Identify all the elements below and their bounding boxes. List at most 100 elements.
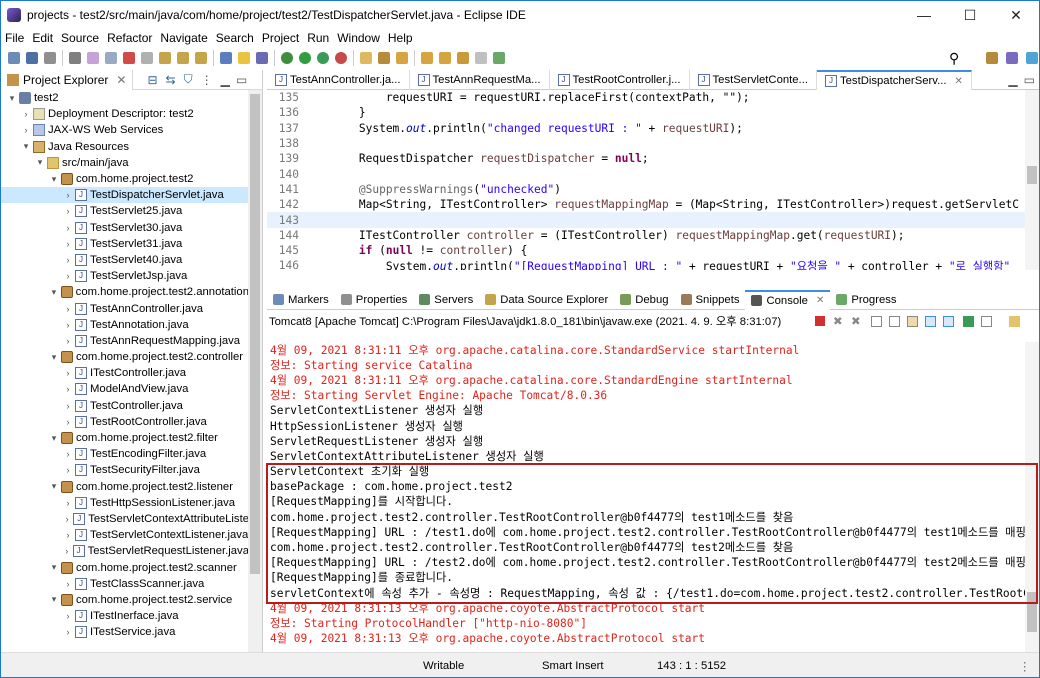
package-node[interactable]: ▾ com.home.project.test2.annotation [1,284,249,300]
code-line[interactable]: 136 } [267,105,1025,120]
pin-editor-icon[interactable] [493,52,505,64]
java-ee-perspective-icon[interactable] [1006,52,1018,64]
java-file-node[interactable]: › J TestAnnotation.java [1,317,249,333]
remove-launch-icon[interactable]: ✖ [833,315,842,328]
terminate-icon[interactable] [123,52,135,64]
resume-icon[interactable] [87,52,99,64]
collapsed-twisty-icon[interactable]: › [63,401,73,411]
collapsed-twisty-icon[interactable]: › [63,223,73,233]
display-console-icon[interactable] [981,315,992,327]
editor-tab[interactable]: J TestAnnRequestMa... [410,70,550,90]
collapsed-twisty-icon[interactable]: › [63,206,73,216]
tree-node[interactable]: › JAX-WS Web Services [1,122,249,138]
expanded-twisty-icon[interactable]: ▾ [49,433,59,444]
menu-source[interactable]: Source [57,31,103,45]
open-type-icon[interactable] [360,52,372,64]
paragraph-icon[interactable] [256,52,268,64]
expanded-twisty-icon[interactable]: ▾ [49,287,59,298]
editor-tab[interactable]: J TestRootController.j... [550,70,690,90]
tree-scrollbar[interactable] [248,90,262,652]
code-line[interactable]: 140 [267,166,1025,181]
collapsed-twisty-icon[interactable]: › [63,449,73,459]
open-task-icon[interactable] [378,52,390,64]
collapsed-twisty-icon[interactable]: › [63,368,73,378]
menu-run[interactable]: Run [303,31,333,45]
expanded-twisty-icon[interactable]: ▾ [35,157,45,168]
close-button[interactable]: ✕ [993,1,1039,29]
open-perspective-icon[interactable] [986,52,998,64]
expanded-twisty-icon[interactable]: ▾ [49,594,59,605]
java-file-node[interactable]: › J TestServlet25.java [1,203,249,219]
java-file-node[interactable]: › J TestSecurityFilter.java [1,462,249,478]
menu-help[interactable]: Help [384,31,417,45]
code-line[interactable]: 144 ITestController controller = (ITestC… [267,228,1025,243]
collapsed-twisty-icon[interactable]: › [21,109,31,119]
java-file-node[interactable]: › J TestEncodingFilter.java [1,446,249,462]
package-node[interactable]: ▾ com.home.project.test2.scanner [1,559,249,575]
package-node[interactable]: ▾ com.home.project.test2.controller [1,349,249,365]
java-file-node[interactable]: › J TestServlet40.java [1,252,249,268]
java-file-node[interactable]: › J TestController.java [1,398,249,414]
collapsed-twisty-icon[interactable]: › [21,125,31,135]
code-line[interactable]: 145 if (null != controller) { [267,243,1025,258]
menu-file[interactable]: File [1,31,28,45]
java-file-node[interactable]: › J TestServletContextAttributeListe [1,511,249,527]
console-scrollbar-thumb[interactable] [1027,592,1037,632]
filter-icon[interactable]: ⛉ [184,72,193,87]
show-stdout-icon[interactable] [925,315,936,327]
run-icon[interactable] [299,52,311,64]
terminate-icon[interactable] [815,316,825,326]
menu-navigate[interactable]: Navigate [156,31,211,45]
close-tab-icon[interactable]: ✕ [955,76,963,87]
close-console-tab-icon[interactable]: ✕ [816,295,824,306]
collapsed-twisty-icon[interactable]: › [63,384,73,394]
bottom-tab-debug[interactable]: Debug [614,290,674,310]
menu-search[interactable]: Search [212,31,258,45]
word-wrap-icon[interactable] [907,315,918,327]
forward-icon[interactable] [475,52,487,64]
tree-node[interactable]: ▾ src/main/java [1,155,249,171]
editor-tab[interactable]: J TestServletConte... [690,70,817,90]
skip-breakpoints-icon[interactable] [69,52,81,64]
bottom-tab-snippets[interactable]: Snippets [675,290,746,310]
coverage-icon[interactable] [317,52,329,64]
java-file-node[interactable]: › J TestClassScanner.java [1,576,249,592]
code-line[interactable]: 143 [267,212,1025,228]
bottom-tab-console[interactable]: Console ✕ [745,289,831,310]
collapsed-twisty-icon[interactable]: › [63,498,73,508]
minimize-button[interactable]: — [901,1,947,29]
search-tool-icon[interactable] [396,52,408,64]
console-scrollbar[interactable] [1025,342,1039,652]
close-view-icon[interactable]: ✕ [116,73,126,87]
package-node[interactable]: ▾ com.home.project.test2.service [1,592,249,608]
back-icon[interactable] [457,52,469,64]
collapsed-twisty-icon[interactable]: › [63,530,73,540]
editor-scrollbar-thumb[interactable] [1027,166,1037,184]
menu-refactor[interactable]: Refactor [103,31,156,45]
maximize-view-icon[interactable]: ▭ [236,73,247,87]
java-file-node[interactable]: › J TestServletRequestListener.java [1,543,249,559]
collapsed-twisty-icon[interactable]: › [63,546,71,556]
code-line[interactable]: 138 [267,136,1025,151]
expanded-twisty-icon[interactable]: ▾ [49,562,59,573]
collapse-all-icon[interactable]: ⊟ [147,73,157,87]
bottom-tab-markers[interactable]: Markers [267,290,335,310]
suspend-icon[interactable] [105,52,117,64]
tree-scrollbar-thumb[interactable] [250,94,260,574]
java-file-node[interactable]: › J TestDispatcherServlet.java [1,187,249,204]
java-file-node[interactable]: › J ModelAndView.java [1,381,249,397]
bottom-tab-properties[interactable]: Properties [335,290,414,310]
prev-annotation-icon[interactable] [439,52,451,64]
status-more-icon[interactable]: ⋮ [1019,660,1030,673]
collapsed-twisty-icon[interactable]: › [63,579,73,589]
web-browser-icon[interactable] [220,52,232,64]
step-over-icon[interactable] [177,52,189,64]
collapsed-twisty-icon[interactable]: › [63,320,73,330]
view-menu-icon[interactable]: ⋮ [201,73,213,87]
save-all-icon[interactable] [44,52,56,64]
maximize-editor-icon[interactable]: ▭ [1024,73,1035,87]
java-file-node[interactable]: › J TestRootController.java [1,414,249,430]
java-file-node[interactable]: › J TestHttpSessionListener.java [1,495,249,511]
menu-project[interactable]: Project [258,31,303,45]
expanded-twisty-icon[interactable]: ▾ [49,174,59,185]
